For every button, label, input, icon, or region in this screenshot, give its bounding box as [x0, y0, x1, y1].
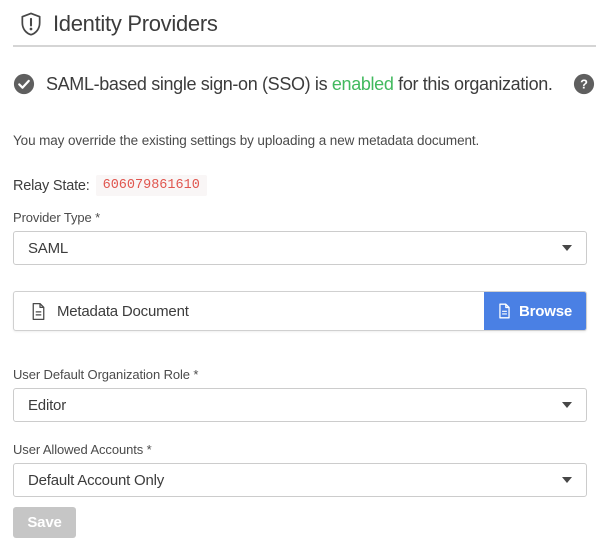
provider-type-label: Provider Type * — [13, 210, 587, 225]
browse-document-icon — [498, 303, 511, 319]
page-header: Identity Providers — [13, 0, 596, 47]
provider-type-value: SAML — [28, 240, 562, 257]
document-icon — [31, 302, 46, 321]
browse-button-label: Browse — [519, 303, 572, 320]
override-description: You may override the existing settings b… — [13, 133, 587, 148]
chevron-down-icon — [562, 477, 572, 483]
chevron-down-icon — [562, 245, 572, 251]
relay-state-row: Relay State: 606079861610 — [13, 175, 587, 196]
user-allowed-accounts-label: User Allowed Accounts * — [13, 442, 587, 457]
chevron-down-icon — [562, 402, 572, 408]
svg-text:?: ? — [580, 77, 588, 92]
save-button[interactable]: Save — [13, 507, 76, 538]
sso-status-text-before: SAML-based single sign-on (SSO) is — [46, 74, 332, 94]
user-allowed-accounts-value: Default Account Only — [28, 472, 562, 489]
metadata-document-placeholder-area: Metadata Document — [14, 302, 484, 321]
shield-exclamation-icon — [18, 10, 44, 38]
question-circle-icon[interactable]: ? — [573, 73, 595, 95]
sso-status-text-after: for this organization. — [394, 74, 553, 94]
user-allowed-accounts-select[interactable]: Default Account Only — [13, 463, 587, 497]
page-title: Identity Providers — [53, 11, 218, 37]
provider-type-select[interactable]: SAML — [13, 231, 587, 265]
browse-button[interactable]: Browse — [484, 292, 586, 330]
check-circle-icon — [13, 73, 35, 95]
sso-status-text: SAML-based single sign-on (SSO) is enabl… — [46, 74, 562, 95]
user-default-org-role-select[interactable]: Editor — [13, 388, 587, 422]
metadata-document-file-input[interactable]: Metadata Document Browse — [13, 291, 587, 331]
sso-status-row: SAML-based single sign-on (SSO) is enabl… — [13, 71, 595, 97]
user-default-org-role-label: User Default Organization Role * — [13, 367, 587, 382]
sso-status-enabled: enabled — [332, 74, 394, 94]
relay-state-label: Relay State: — [13, 178, 90, 194]
relay-state-value: 606079861610 — [96, 175, 207, 196]
metadata-document-placeholder: Metadata Document — [57, 303, 189, 320]
identity-providers-page: Identity Providers SAML-based single sig… — [0, 0, 600, 552]
user-default-org-role-value: Editor — [28, 397, 562, 414]
